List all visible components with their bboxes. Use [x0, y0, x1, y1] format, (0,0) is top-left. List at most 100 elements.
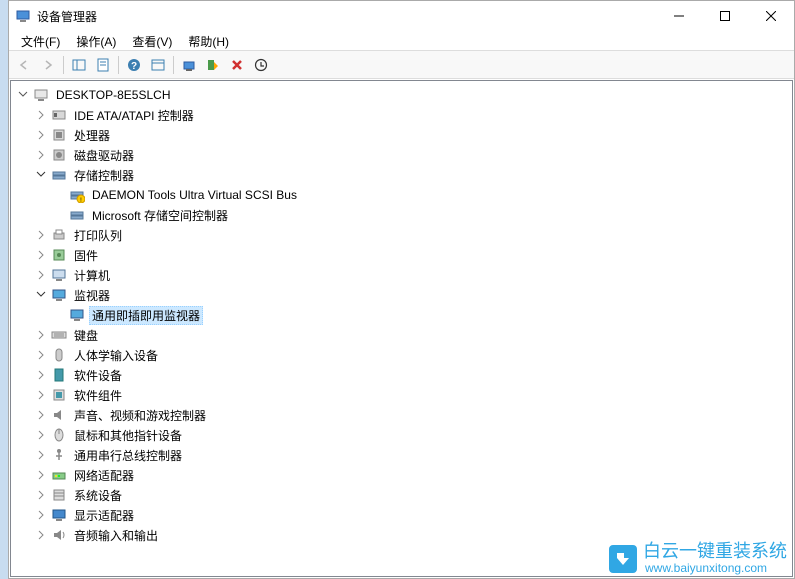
expand-icon[interactable]	[33, 327, 49, 343]
ide-icon	[51, 107, 67, 123]
properties-button[interactable]	[92, 54, 114, 76]
expand-icon[interactable]	[33, 407, 49, 423]
tree-category[interactable]: 固件	[11, 245, 792, 265]
device-label: DAEMON Tools Ultra Virtual SCSI Bus	[89, 187, 300, 203]
show-hide-tree-button[interactable]	[68, 54, 90, 76]
update-driver-button[interactable]	[178, 54, 200, 76]
expand-icon[interactable]	[33, 267, 49, 283]
category-label: 固件	[71, 246, 101, 265]
device-label: Microsoft 存储空间控制器	[89, 206, 231, 225]
tree-device[interactable]: 通用即插即用监视器	[11, 305, 792, 325]
tree-device[interactable]: !DAEMON Tools Ultra Virtual SCSI Bus	[11, 185, 792, 205]
expand-icon[interactable]	[33, 367, 49, 383]
back-button[interactable]	[13, 54, 35, 76]
tree-category[interactable]: 磁盘驱动器	[11, 145, 792, 165]
menu-action[interactable]: 操作(A)	[68, 31, 124, 50]
device-label: 通用即插即用监视器	[89, 306, 203, 325]
expand-icon[interactable]	[33, 427, 49, 443]
close-button[interactable]	[748, 1, 794, 31]
expand-icon[interactable]	[33, 107, 49, 123]
computer-icon	[51, 267, 67, 283]
tree-category[interactable]: 键盘	[11, 325, 792, 345]
expand-icon[interactable]	[33, 487, 49, 503]
menu-help[interactable]: 帮助(H)	[180, 31, 237, 50]
component-icon	[51, 387, 67, 403]
expand-icon[interactable]	[33, 167, 49, 183]
titlebar: 设备管理器	[9, 1, 794, 31]
category-label: 显示适配器	[71, 506, 137, 525]
category-label: 键盘	[71, 326, 101, 345]
expand-icon[interactable]	[33, 127, 49, 143]
tree-category[interactable]: 监视器	[11, 285, 792, 305]
toolbar-separator	[118, 56, 119, 74]
root-label: DESKTOP-8E5SLCH	[53, 87, 174, 103]
category-label: 监视器	[71, 286, 113, 305]
cpu-icon	[51, 127, 67, 143]
left-background-strip	[0, 0, 8, 579]
expand-icon[interactable]	[33, 247, 49, 263]
menu-view[interactable]: 查看(V)	[124, 31, 180, 50]
uninstall-button[interactable]	[226, 54, 248, 76]
display-icon	[51, 507, 67, 523]
keyboard-icon	[51, 327, 67, 343]
device-manager-window: 设备管理器 文件(F) 操作(A) 查看(V) 帮助(H) ?	[8, 0, 795, 579]
expand-icon[interactable]	[33, 227, 49, 243]
window-controls	[656, 1, 794, 31]
tree-category[interactable]: 处理器	[11, 125, 792, 145]
device-tree[interactable]: DESKTOP-8E5SLCH IDE ATA/ATAPI 控制器处理器磁盘驱动…	[10, 80, 793, 577]
category-label: 软件组件	[71, 386, 125, 405]
expand-icon[interactable]	[33, 147, 49, 163]
expand-icon[interactable]	[33, 347, 49, 363]
sound-icon	[51, 407, 67, 423]
tree-category[interactable]: 打印队列	[11, 225, 792, 245]
category-label: IDE ATA/ATAPI 控制器	[71, 106, 197, 125]
tree-category[interactable]: 显示适配器	[11, 505, 792, 525]
watermark-logo-icon	[609, 545, 637, 573]
toolbar-separator	[173, 56, 174, 74]
category-label: 系统设备	[71, 486, 125, 505]
forward-button[interactable]	[37, 54, 59, 76]
hid-icon	[51, 347, 67, 363]
category-label: 音频输入和输出	[71, 526, 161, 545]
help-button[interactable]: ?	[123, 54, 145, 76]
monitor-icon	[69, 307, 85, 323]
audio-icon	[51, 527, 67, 543]
tree-category[interactable]: 存储控制器	[11, 165, 792, 185]
tree-category[interactable]: 计算机	[11, 265, 792, 285]
tree-root[interactable]: DESKTOP-8E5SLCH	[11, 85, 792, 105]
toolbar: ?	[9, 51, 794, 79]
tree-device[interactable]: Microsoft 存储空间控制器	[11, 205, 792, 225]
tree-category[interactable]: 软件组件	[11, 385, 792, 405]
tree-category[interactable]: IDE ATA/ATAPI 控制器	[11, 105, 792, 125]
watermark: 白云一键重装系统 www.baiyunxitong.com	[609, 542, 787, 575]
tree-category[interactable]: 声音、视频和游戏控制器	[11, 405, 792, 425]
tree-category[interactable]: 鼠标和其他指针设备	[11, 425, 792, 445]
tree-category[interactable]: 系统设备	[11, 485, 792, 505]
expand-icon[interactable]	[33, 287, 49, 303]
expand-icon[interactable]	[15, 87, 31, 103]
expand-icon[interactable]	[33, 507, 49, 523]
tree-category[interactable]: 通用串行总线控制器	[11, 445, 792, 465]
scan-hardware-button[interactable]	[202, 54, 224, 76]
toolbar-view-button[interactable]	[147, 54, 169, 76]
expand-icon[interactable]	[33, 527, 49, 543]
category-label: 鼠标和其他指针设备	[71, 426, 185, 445]
monitor-icon	[51, 287, 67, 303]
maximize-button[interactable]	[702, 1, 748, 31]
category-label: 软件设备	[71, 366, 125, 385]
menu-file[interactable]: 文件(F)	[13, 31, 68, 50]
expand-icon[interactable]	[33, 387, 49, 403]
category-label: 人体学输入设备	[71, 346, 161, 365]
expand-icon[interactable]	[33, 447, 49, 463]
tree-category[interactable]: 人体学输入设备	[11, 345, 792, 365]
category-label: 声音、视频和游戏控制器	[71, 406, 209, 425]
category-label: 打印队列	[71, 226, 125, 245]
toolbar-separator	[63, 56, 64, 74]
network-icon	[51, 467, 67, 483]
minimize-button[interactable]	[656, 1, 702, 31]
expand-icon[interactable]	[33, 467, 49, 483]
tree-category[interactable]: 网络适配器	[11, 465, 792, 485]
disable-button[interactable]	[250, 54, 272, 76]
category-label: 磁盘驱动器	[71, 146, 137, 165]
tree-category[interactable]: 软件设备	[11, 365, 792, 385]
